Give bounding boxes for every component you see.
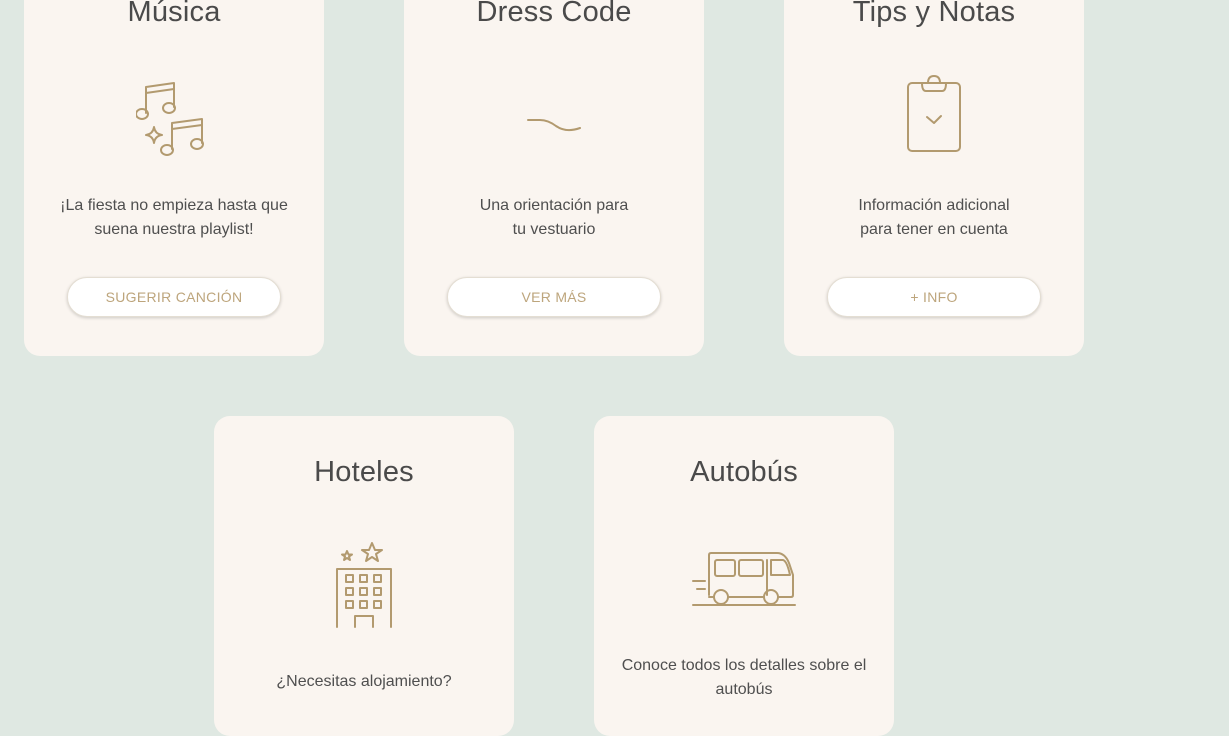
card-description: Una orientación para tu vestuario: [479, 197, 629, 238]
card-description: Conoce todos los detalles sobre el autob…: [621, 657, 867, 698]
card-musica: Música ¡La fiesta no empieza hasta que s…: [24, 0, 324, 356]
card-tips: Tips y Notas Información adicional para …: [784, 0, 1084, 356]
card-description: ¿Necesitas alojamiento?: [276, 673, 452, 690]
card-title: Tips y Notas: [852, 0, 1016, 28]
card-description: ¡La fiesta no empieza hasta que suena nu…: [60, 197, 288, 238]
more-info-button[interactable]: + INFO: [827, 277, 1041, 317]
hotel-building-icon: [332, 542, 396, 628]
card-title: Música: [127, 0, 221, 28]
see-more-button[interactable]: VER MÁS: [447, 277, 661, 317]
card-title: Dress Code: [476, 0, 632, 28]
card-title: Hoteles: [314, 456, 414, 488]
card-hoteles: Hoteles ¿Necesitas alojamiento?: [214, 416, 514, 736]
card-dress-code: Dress Code Una orientación para tu vestu…: [404, 0, 704, 356]
tilde-line-icon: [524, 110, 584, 140]
suggest-song-button[interactable]: SUGERIR CANCIÓN: [67, 277, 281, 317]
card-title: Autobús: [690, 456, 798, 488]
clipboard-check-icon: [904, 74, 964, 154]
bus-icon: [690, 550, 798, 608]
card-autobus: Autobús Conoce todos los detalles sobre …: [594, 416, 894, 736]
music-notes-icon: [134, 78, 214, 158]
card-description: Información adicional para tener en cuen…: [858, 197, 1010, 238]
